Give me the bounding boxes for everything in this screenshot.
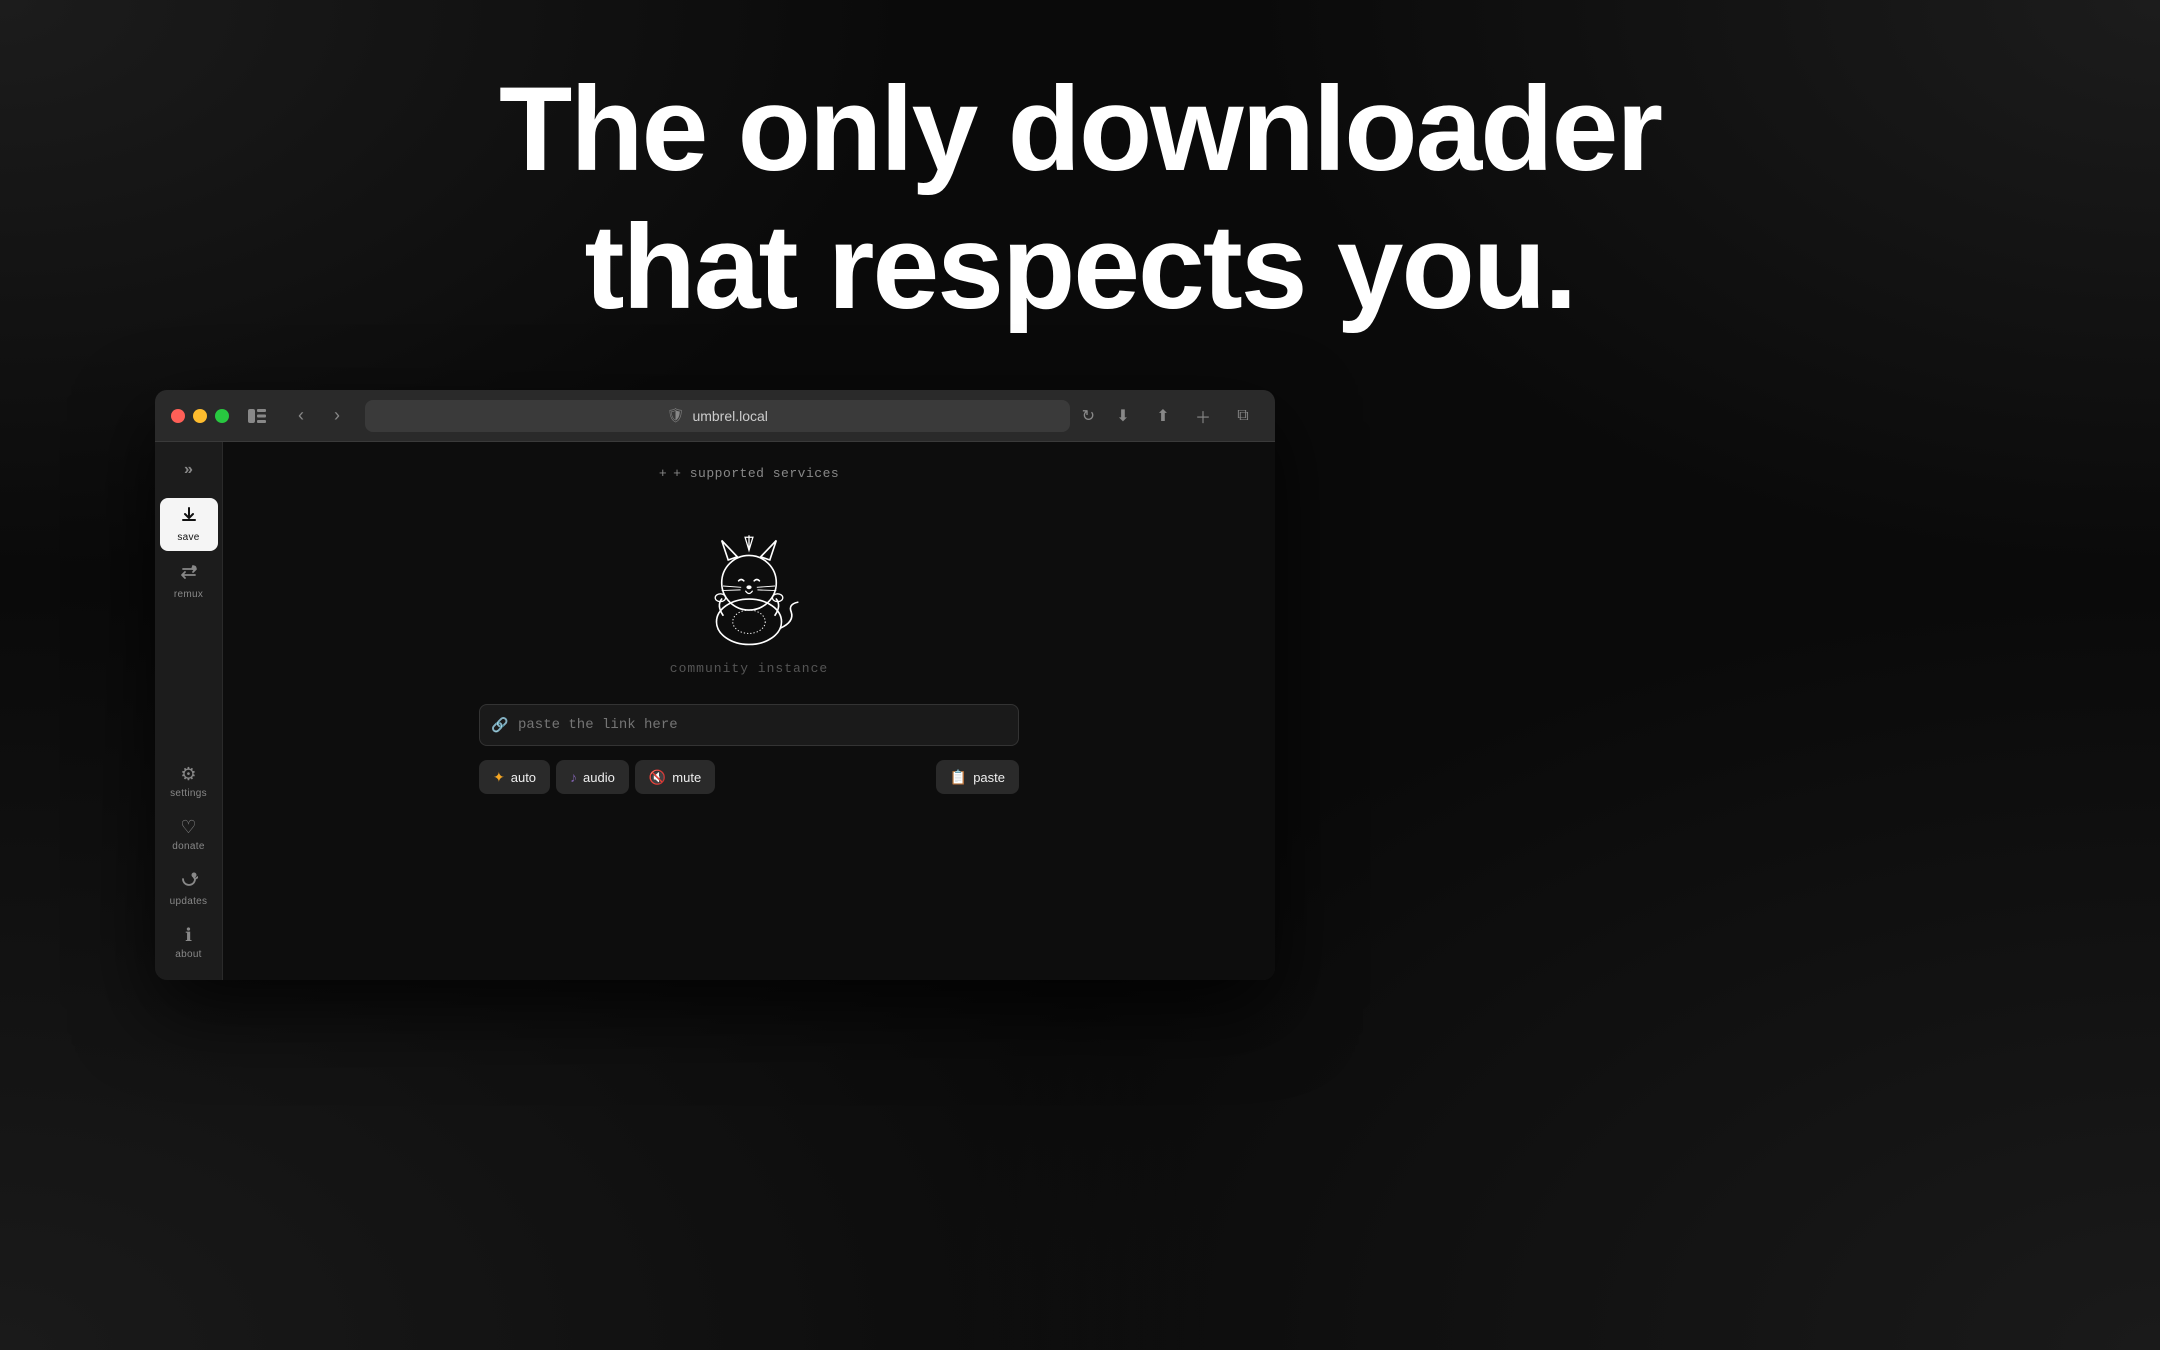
main-content-area: + + supported services <box>223 442 1275 980</box>
remux-icon <box>180 563 198 586</box>
close-button-traffic[interactable] <box>171 409 185 423</box>
sidebar-item-updates[interactable]: updates <box>160 862 218 915</box>
info-icon: ℹ <box>185 925 192 946</box>
audio-mode-button[interactable]: ♪ audio <box>556 760 629 794</box>
sidebar-item-about[interactable]: ℹ about <box>160 917 218 968</box>
paste-icon: 📋 <box>950 769 967 786</box>
paste-label: paste <box>973 770 1005 785</box>
auto-mode-button[interactable]: ✦ auto <box>479 760 550 794</box>
settings-label: settings <box>170 788 207 799</box>
save-icon <box>180 506 198 529</box>
sidebar-bottom-items: ⚙ settings ♡ donate <box>160 756 218 968</box>
remux-label: remux <box>174 589 203 600</box>
save-label: save <box>177 532 199 543</box>
audio-label: audio <box>583 770 615 785</box>
tabs-button[interactable]: ⧉ <box>1227 400 1259 432</box>
back-button[interactable]: ‹ <box>285 400 317 432</box>
browser-toolbar: ‹ › 🛡 umbrel.local ↻ ⬇ ⬆ ＋ ⧉ <box>155 390 1275 442</box>
url-input-wrapper: 🔗 <box>479 704 1019 746</box>
sidebar-item-donate[interactable]: ♡ donate <box>160 809 218 860</box>
share-button[interactable]: ⬆ <box>1147 400 1179 432</box>
plus-icon: + <box>659 466 667 481</box>
download-button[interactable]: ⬇ <box>1107 400 1139 432</box>
app-sidebar: » save <box>155 442 223 980</box>
audio-icon: ♪ <box>570 769 577 785</box>
hero-title-line2: that respects you. <box>0 198 2160 336</box>
double-chevron-right-icon: » <box>184 461 193 479</box>
traffic-lights <box>171 409 229 423</box>
supported-services-label: + supported services <box>673 466 839 481</box>
url-display[interactable]: umbrel.local <box>692 408 767 424</box>
expand-sidebar-button[interactable]: » <box>167 454 211 486</box>
mute-mode-button[interactable]: 🔇 mute <box>635 760 715 794</box>
supported-services-button[interactable]: + + supported services <box>659 466 839 481</box>
auto-label: auto <box>511 770 536 785</box>
hero-title-line1: The only downloader <box>0 60 2160 198</box>
sidebar-toggle-button[interactable] <box>241 400 273 432</box>
updates-icon <box>180 870 198 893</box>
mascot-container: community instance <box>670 521 828 676</box>
security-shield-icon: 🛡 <box>667 407 685 424</box>
updates-label: updates <box>170 896 208 907</box>
toolbar-right-buttons: ⬇ ⬆ ＋ ⧉ <box>1107 400 1259 432</box>
mute-label: mute <box>672 770 701 785</box>
link-icon: 🔗 <box>491 717 508 734</box>
community-instance-label: community instance <box>670 661 828 676</box>
browser-window: ‹ › 🛡 umbrel.local ↻ ⬇ ⬆ ＋ ⧉ » <box>155 390 1275 980</box>
new-tab-button[interactable]: ＋ <box>1187 400 1219 432</box>
heart-icon: ♡ <box>180 817 196 838</box>
maximize-button-traffic[interactable] <box>215 409 229 423</box>
forward-button[interactable]: › <box>321 400 353 432</box>
browser-content: » save <box>155 442 1275 980</box>
minimize-button-traffic[interactable] <box>193 409 207 423</box>
url-input-container: 🔗 <box>479 704 1019 746</box>
sidebar-item-settings[interactable]: ⚙ settings <box>160 756 218 807</box>
about-label: about <box>175 949 202 960</box>
nav-buttons: ‹ › <box>285 400 353 432</box>
settings-icon: ⚙ <box>180 764 196 785</box>
sidebar-item-save[interactable]: save <box>160 498 218 551</box>
mode-buttons-row: ✦ auto ♪ audio 🔇 mute 📋 paste <box>479 760 1019 794</box>
address-bar: 🛡 umbrel.local <box>365 400 1070 432</box>
auto-icon: ✦ <box>493 769 505 786</box>
donate-label: donate <box>172 841 204 852</box>
paste-button[interactable]: 📋 paste <box>936 760 1019 794</box>
reload-button[interactable]: ↻ <box>1082 406 1095 426</box>
mute-icon: 🔇 <box>649 769 666 786</box>
sidebar-item-remux[interactable]: remux <box>160 555 218 608</box>
hero-section: The only downloader that respects you. <box>0 60 2160 336</box>
url-input[interactable] <box>479 704 1019 746</box>
cat-mascot-icon <box>684 521 814 651</box>
